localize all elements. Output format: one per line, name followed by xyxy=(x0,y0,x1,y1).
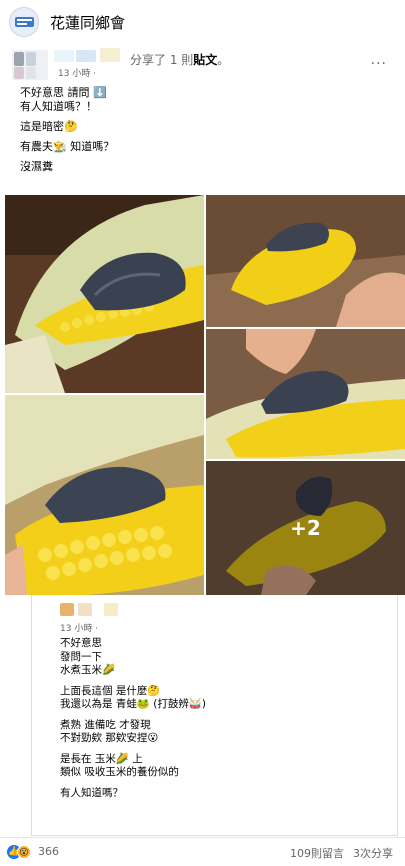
group-name[interactable]: 花蓮同鄉會 xyxy=(50,12,125,33)
post-card: 分享了 1 則貼文。 13 小時 · ··· 不好意思 請問 ⬇️ 有人知道嗎？… xyxy=(0,46,405,866)
photo-2[interactable] xyxy=(5,395,204,595)
more-photos-overlay[interactable]: +2 xyxy=(206,461,405,595)
shared-line: 不好意思 xyxy=(60,637,102,649)
shared-line: 類似 吸收玉米的養份似的 xyxy=(60,766,179,778)
post-line: 有農夫👨‍🌾 知道嗎？ xyxy=(20,140,115,153)
post-line: 不好意思 請問 ⬇️ xyxy=(20,86,107,99)
poster-avatar[interactable] xyxy=(12,50,48,80)
poster-name[interactable] xyxy=(54,48,124,64)
wow-reaction-icon[interactable]: 😮 xyxy=(17,845,31,859)
more-options-icon[interactable]: ··· xyxy=(371,56,387,72)
post-line: 這是暗密🤔 xyxy=(20,120,78,133)
photo-grid: +2 xyxy=(5,195,405,595)
shared-line: 上面長這個 是什麼🤔 xyxy=(60,684,161,697)
comment-count[interactable]: 109則留言 xyxy=(290,845,344,861)
post-body: 不好意思 請問 ⬇️ 有人知道嗎？！ 這是暗密🤔 有農夫👨‍🌾 知道嗎？ 沒濕糞 xyxy=(20,86,390,180)
shared-line: 是長在 玉米🌽 上 xyxy=(60,752,143,765)
shared-line: 我還以為是 青蛙🐸 (打鼓辨🥁) xyxy=(60,698,207,710)
shared-post-link[interactable]: 貼文 xyxy=(193,53,217,67)
post-line: 沒濕糞 xyxy=(20,160,53,173)
shared-post[interactable]: 13 小時 · 不好意思 發問一下 水煮玉米🌽 上面長這個 是什麼🤔 我還以為是… xyxy=(31,595,398,836)
share-count[interactable]: 3次分享 xyxy=(353,845,393,861)
shared-line: 發問一下 xyxy=(60,650,102,663)
shared-author[interactable] xyxy=(60,601,130,619)
photo-4[interactable] xyxy=(206,329,405,459)
group-header: 花蓮同鄉會 xyxy=(0,0,405,47)
shared-body: 不好意思 發問一下 水煮玉米🌽 上面長這個 是什麼🤔 我還以為是 青蛙🐸 (打鼓… xyxy=(60,637,390,807)
shared-line: 有人知道嗎？ xyxy=(60,786,123,799)
shared-line: 煮熟 進備吃 才發現 xyxy=(60,718,151,731)
share-action-text: 分享了 1 則貼文。 xyxy=(130,53,230,67)
shared-line: 水煮玉米🌽 xyxy=(60,664,116,676)
post-line: 有人知道嗎？！ xyxy=(20,100,97,113)
photo-3[interactable] xyxy=(206,195,405,327)
photo-1[interactable] xyxy=(5,195,204,393)
post-timestamp[interactable]: 13 小時 · xyxy=(58,66,96,79)
shared-line: 不對勁欸 那欸安捏😮 xyxy=(60,732,159,744)
shared-timestamp[interactable]: 13 小時 · xyxy=(60,621,98,634)
reaction-bar: 👍 😮 366 109則留言 3次分享 xyxy=(0,837,405,866)
photo-5[interactable]: +2 xyxy=(206,461,405,595)
group-avatar[interactable] xyxy=(9,7,39,37)
reaction-count[interactable]: 366 xyxy=(38,845,59,858)
